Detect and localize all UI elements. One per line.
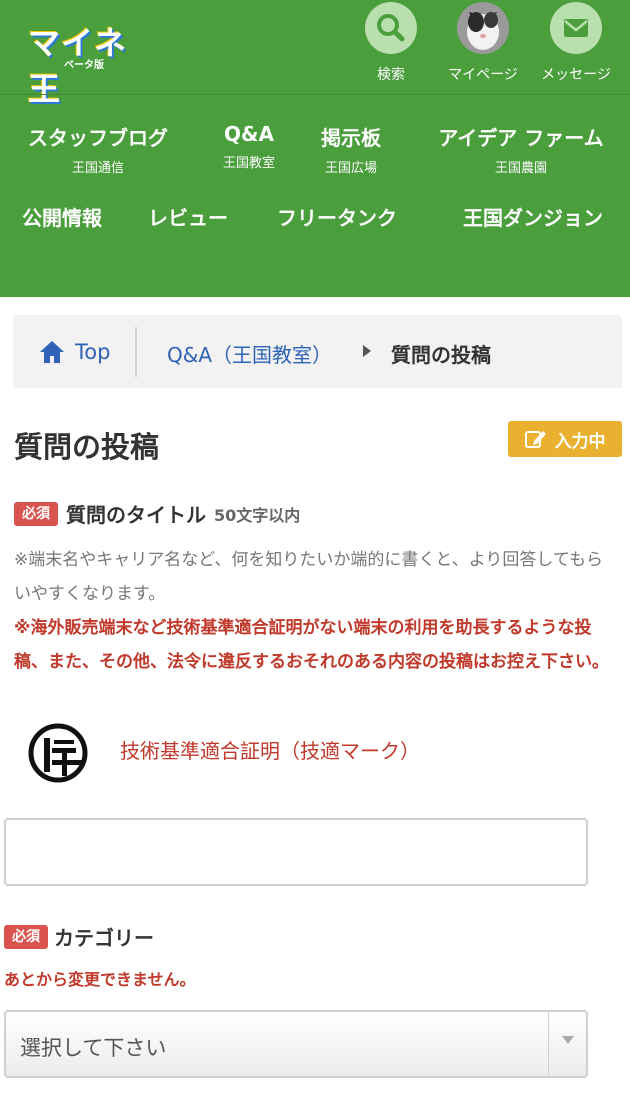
breadcrumb-parent-link[interactable]: Q&A（王国教室） xyxy=(167,339,332,368)
question-title-input[interactable] xyxy=(4,818,588,886)
nav-label: 掲示板 xyxy=(321,126,381,150)
question-title-field-header: 必須 質問のタイトル 50文字以内 xyxy=(14,499,300,528)
status-badge: 入力中 xyxy=(508,421,622,457)
nav-sublabel: 王国農園 xyxy=(494,161,547,176)
category-select-value: 選択して下さい xyxy=(20,1036,167,1060)
logo-beta-label: ベータ版 xyxy=(64,60,104,71)
nav-sublabel: 王国広場 xyxy=(324,161,377,176)
legal-warning: ※海外販売端末など技術基準適合証明がない端末の利用を助長するような投稿、また、そ… xyxy=(14,618,609,672)
chevron-right-icon xyxy=(363,345,371,357)
question-title-limit: 50文字以内 xyxy=(214,505,301,525)
search-icon xyxy=(365,2,417,54)
nav-label: レビュー xyxy=(148,206,228,230)
home-icon xyxy=(40,341,64,363)
required-badge: 必須 xyxy=(4,924,48,949)
nav-label: アイデア ファーム xyxy=(438,126,604,150)
edit-icon xyxy=(524,431,546,448)
avatar xyxy=(457,2,509,54)
status-badge-label: 入力中 xyxy=(554,431,606,452)
envelope-icon xyxy=(550,2,602,54)
header-message-button[interactable]: メッセージ xyxy=(536,2,616,92)
nav-review[interactable]: レビュー xyxy=(142,202,234,231)
header-mypage-button[interactable]: マイページ xyxy=(443,2,523,92)
nav-qa[interactable]: Q&A 王国教室 xyxy=(208,122,290,171)
site-logo[interactable]: マイネ王 ベータ版 xyxy=(28,18,143,108)
category-label: カテゴリー xyxy=(54,926,154,950)
site-header: マイネ王 ベータ版 検索 マイページ メッセージ スタッフブログ 王国通信 Q&… xyxy=(0,0,630,297)
message-label: メッセージ xyxy=(541,67,611,83)
category-select[interactable]: 選択して下さい xyxy=(4,1010,588,1078)
nav-public-info[interactable]: 公開情報 xyxy=(16,202,108,231)
tech-mark-link[interactable]: 技術基準適合証明（技適マーク） xyxy=(120,735,420,764)
breadcrumb-separator xyxy=(135,327,137,377)
page-title: 質問の投稿 xyxy=(14,430,160,464)
mypage-label: マイページ xyxy=(448,67,518,83)
nav-free-tank[interactable]: フリータンク xyxy=(270,202,404,231)
nav-dungeon[interactable]: 王国ダンジョン xyxy=(454,202,612,231)
nav-label: 王国ダンジョン xyxy=(463,206,603,230)
search-label: 検索 xyxy=(377,67,405,83)
category-field-header: 必須 カテゴリー xyxy=(4,922,154,951)
required-badge: 必須 xyxy=(14,501,58,526)
header-divider xyxy=(0,94,630,95)
category-note: あとから変更できません。 xyxy=(4,970,196,989)
breadcrumb: Top Q&A（王国教室） 質問の投稿 xyxy=(13,315,622,388)
nav-idea-farm[interactable]: アイデア ファーム 王国農園 xyxy=(432,122,610,176)
nav-forum[interactable]: 掲示板 王国広場 xyxy=(310,122,392,176)
header-search-button[interactable]: 検索 xyxy=(351,2,431,92)
nav-label: スタッフブログ xyxy=(28,126,168,150)
nav-sublabel: 王国教室 xyxy=(222,156,275,171)
question-title-hint: ※端末名やキャリア名など、何を知りたいか端的に書くと、より回答してもらいやすくな… xyxy=(14,550,604,604)
breadcrumb-current: 質問の投稿 xyxy=(391,343,491,367)
breadcrumb-home-link[interactable]: Top xyxy=(39,337,110,367)
nav-label: フリータンク xyxy=(277,206,397,230)
nav-label: 公開情報 xyxy=(22,206,102,230)
nav-sublabel: 王国通信 xyxy=(71,161,124,176)
nav-label: Q&A xyxy=(224,122,274,146)
chevron-down-icon xyxy=(562,1036,574,1044)
tech-mark-icon xyxy=(28,723,88,783)
breadcrumb-home-label: Top xyxy=(75,340,111,364)
nav-staff-blog[interactable]: スタッフブログ 王国通信 xyxy=(22,122,174,176)
question-title-label: 質問のタイトル xyxy=(66,503,206,527)
category-select-toggle[interactable] xyxy=(548,1012,586,1076)
